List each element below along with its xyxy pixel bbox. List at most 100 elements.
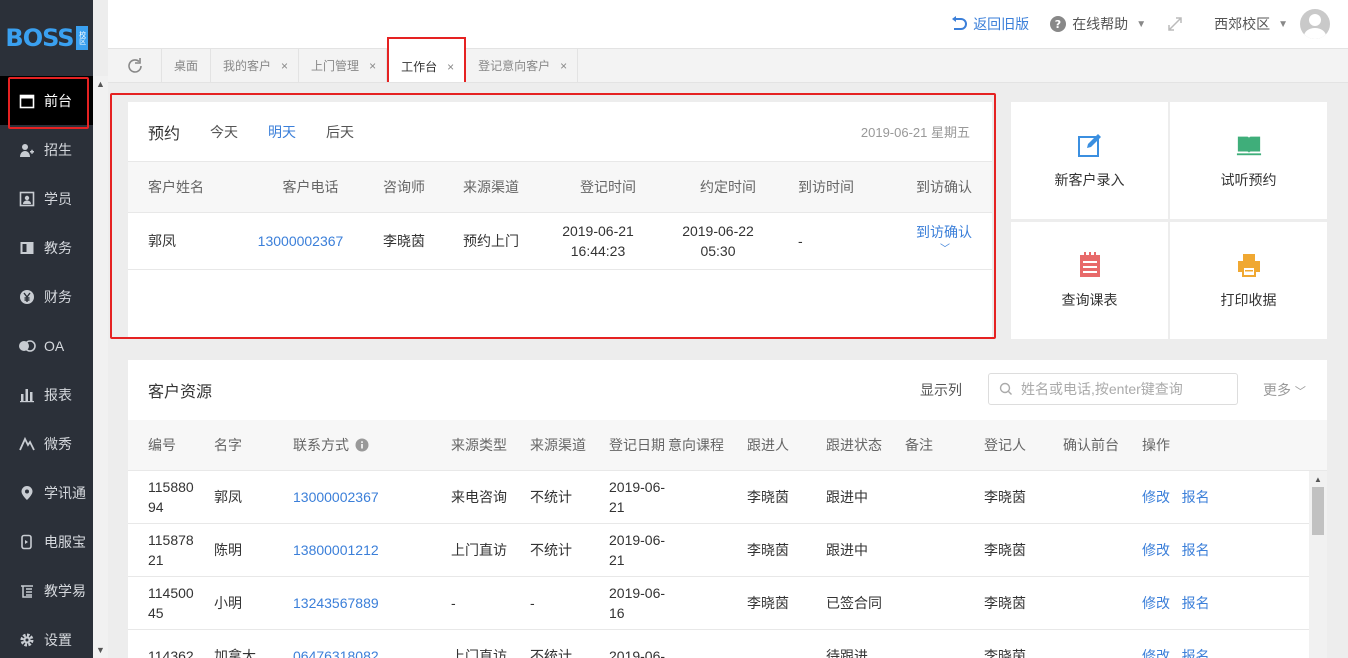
cell-date: 2019-06- <box>589 629 668 658</box>
chevron-down-icon: ▼ <box>1278 18 1288 30</box>
cell-name: 陈明 <box>194 523 273 577</box>
enroll-link[interactable]: 报名 <box>1182 595 1210 611</box>
appointment-table: 客户姓名 客户电话 咨询师 来源渠道 登记时间 约定时间 到访时间 到访确认 郭… <box>128 162 992 270</box>
sidebar-item-dianfubao[interactable]: 电服宝 <box>0 517 93 566</box>
appt-date-text: 2019-06-22 <box>682 222 754 239</box>
cell-channel: 不统计 <box>510 470 589 524</box>
trial-appointment-button[interactable]: 试听预约 <box>1170 102 1327 219</box>
avatar[interactable] <box>1300 9 1330 39</box>
refresh-button[interactable] <box>108 49 162 82</box>
column-header: 跟进人 <box>747 420 826 471</box>
sidebar-item-xuexuntong[interactable]: 学讯通 <box>0 468 93 517</box>
tab-visit-management[interactable]: 上门管理 × <box>299 49 388 82</box>
calendar-icon <box>18 92 36 110</box>
table-row: 郭凤 13000002367 李晓茵 预约上门 2019-06-21 16:44… <box>128 212 992 270</box>
sidebar-item-students[interactable]: 学员 <box>0 174 93 223</box>
open-book-icon <box>1236 132 1262 158</box>
phone-link[interactable]: 13000002367 <box>293 489 379 505</box>
reg-time: 2019-06-21 16:44:23 <box>538 212 658 270</box>
campus-selector[interactable]: 西郊校区 ▼ <box>1214 14 1288 34</box>
show-columns-button[interactable]: 显示列 <box>920 380 962 400</box>
print-receipt-button[interactable]: 打印收据 <box>1170 222 1327 339</box>
new-customer-button[interactable]: 新客户录入 <box>1011 102 1168 219</box>
channel: 预约上门 <box>443 212 538 270</box>
tab-my-customers[interactable]: 我的客户 × <box>211 49 300 82</box>
fullscreen-button[interactable] <box>1166 15 1184 33</box>
scroll-down-arrow-icon[interactable]: ▼ <box>93 642 108 658</box>
sidebar-item-settings[interactable]: 设置 <box>0 615 93 658</box>
sidebar-item-label: 学讯通 <box>44 484 86 501</box>
sidebar-item-label: 招生 <box>44 141 72 158</box>
cell-date: 2019-06- 21 <box>589 470 668 524</box>
sidebar-item-weixiu[interactable]: 微秀 <box>0 419 93 468</box>
column-header: 确认前台 <box>1063 420 1142 471</box>
sidebar-item-enroll[interactable]: 招生 <box>0 125 93 174</box>
close-icon[interactable]: × <box>560 59 567 73</box>
sidebar-item-finance[interactable]: 财务 <box>0 272 93 321</box>
more-button[interactable]: 更多 ﹀ <box>1263 380 1306 400</box>
tab-tomorrow[interactable]: 明天 <box>268 122 296 142</box>
tab-label: 我的客户 <box>223 59 272 73</box>
column-header: 到访确认 <box>878 162 992 213</box>
visit-confirm-button[interactable]: 到访确认 <box>898 223 972 241</box>
tab-register-intent-customer[interactable]: 登记意向客户 × <box>466 49 579 82</box>
tab-desktop[interactable]: 桌面 <box>162 49 212 82</box>
reg-date-text: 2019-06-21 <box>562 222 634 239</box>
phone-link[interactable]: 13800001212 <box>293 542 379 558</box>
refresh-icon <box>127 57 142 73</box>
edit-link[interactable]: 修改 <box>1142 489 1170 505</box>
edit-link[interactable]: 修改 <box>1142 595 1170 611</box>
cell-confirm <box>1063 523 1142 577</box>
sidebar-item-academic[interactable]: 教务 <box>0 223 93 272</box>
sidebar-scrollbar[interactable]: ▲ ▼ <box>93 76 108 658</box>
close-icon[interactable]: × <box>369 59 376 73</box>
sidebar-item-frontdesk[interactable]: 前台 <box>0 76 93 129</box>
new-customer-label: 新客户录入 <box>1054 171 1125 188</box>
cell-status: 待跟进 <box>826 629 905 658</box>
info-icon[interactable] <box>355 438 369 452</box>
column-header: 来源类型 <box>431 420 510 471</box>
tab-today[interactable]: 今天 <box>210 122 238 142</box>
close-icon[interactable]: × <box>447 60 454 74</box>
logo[interactable]: BOSS 校区 <box>0 0 93 76</box>
close-icon[interactable]: × <box>281 59 288 73</box>
column-header: 登记日期 <box>589 420 668 471</box>
sidebar-item-jiaoxueyi[interactable]: 教学易 <box>0 566 93 615</box>
enroll-link[interactable]: 报名 <box>1182 542 1210 558</box>
back-old-version-button[interactable]: 返回旧版 <box>950 14 1029 34</box>
query-schedule-button[interactable]: 查询课表 <box>1011 222 1168 339</box>
undo-icon <box>952 16 968 30</box>
search-input[interactable] <box>1021 381 1231 397</box>
user-add-icon <box>18 141 36 159</box>
scrollbar-thumb[interactable] <box>1312 487 1324 535</box>
online-help-button[interactable]: ? 在线帮助 ▼ <box>1049 14 1146 34</box>
customer-header: 客户资源 显示列 更多 ﹀ <box>128 360 1327 420</box>
tab-day-after-tomorrow[interactable]: 后天 <box>326 122 354 142</box>
edit-link[interactable]: 修改 <box>1142 648 1170 658</box>
yen-icon <box>18 288 36 306</box>
column-header: 到访时间 <box>778 162 878 213</box>
tab-label: 工作台 <box>401 60 438 74</box>
scroll-up-arrow-icon[interactable]: ▲ <box>93 76 108 92</box>
chevron-down-icon[interactable]: ﹀ <box>898 241 972 259</box>
id-line: 114362 <box>148 647 194 658</box>
table-row: 115880 94 郭凤 13000002367 来电咨询 不统计 2019-06… <box>128 470 1327 524</box>
sidebar-item-reports[interactable]: 报表 <box>0 370 93 419</box>
sidebar-item-label: 学员 <box>44 190 72 207</box>
phone-link[interactable]: 06476318082 <box>293 648 379 658</box>
chevron-down-icon: ﹀ <box>1294 386 1306 398</box>
sidebar-item-label: 电服宝 <box>44 533 86 550</box>
cell-channel: 不统计 <box>510 629 589 658</box>
enroll-link[interactable]: 报名 <box>1182 648 1210 658</box>
phone-link[interactable]: 13243567889 <box>293 595 379 611</box>
sidebar-item-label: 教务 <box>44 239 72 256</box>
edit-link[interactable]: 修改 <box>1142 542 1170 558</box>
sidebar-item-label: 微秀 <box>44 435 72 452</box>
customer-phone-link[interactable]: 13000002367 <box>258 233 344 249</box>
tab-workbench[interactable]: 工作台 × <box>387 37 467 82</box>
table-scrollbar[interactable]: ▲ <box>1309 471 1327 658</box>
sidebar-item-oa[interactable]: OA <box>0 321 93 370</box>
enroll-link[interactable]: 报名 <box>1182 489 1210 505</box>
cell-source-type: - <box>431 576 510 630</box>
scroll-up-arrow-icon[interactable]: ▲ <box>1309 471 1327 487</box>
